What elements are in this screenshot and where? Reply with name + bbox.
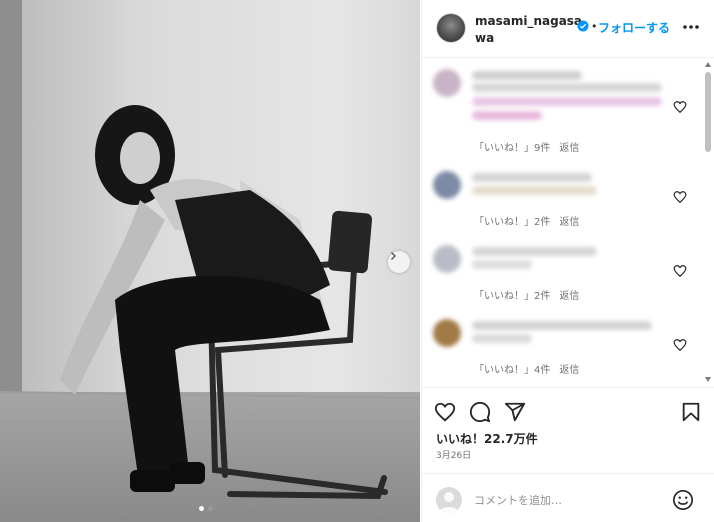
likes-count[interactable]: いいね！22.7万件 xyxy=(436,430,538,447)
next-photo-button[interactable] xyxy=(388,251,410,273)
comment-bubble-icon[interactable] xyxy=(469,401,491,423)
blurred-text xyxy=(472,247,597,256)
comment-likes-count[interactable]: 「いいね！」9件 xyxy=(474,143,550,154)
commenter-avatar[interactable] xyxy=(433,69,461,97)
reply-button[interactable]: 返信 xyxy=(559,217,579,228)
scroll-thumb[interactable] xyxy=(705,72,711,152)
comment-item: 「いいね！」9件 返信 xyxy=(422,59,704,159)
blurred-text xyxy=(472,173,592,182)
post-side-panel: masami_nagasawa • フォローする 「いいね！」9件 返信 「いい… xyxy=(421,0,714,522)
blurred-text xyxy=(472,260,532,269)
commenter-avatar[interactable] xyxy=(433,319,461,347)
comment-item: 「いいね！」2件 返信 xyxy=(422,159,704,233)
heart-icon[interactable] xyxy=(673,190,687,204)
post-actions: いいね！22.7万件 3月26日 xyxy=(422,387,714,472)
heart-icon[interactable] xyxy=(434,401,456,423)
photo-image xyxy=(0,0,420,522)
comment-item: 「いいね！」4件 返信 xyxy=(422,307,704,386)
header-separator: • xyxy=(591,20,598,33)
heart-icon[interactable] xyxy=(673,100,687,114)
commenter-avatar[interactable] xyxy=(433,171,461,199)
carousel-indicator xyxy=(199,506,213,511)
reply-button[interactable]: 返信 xyxy=(559,291,579,302)
verified-badge-icon xyxy=(577,20,589,32)
carousel-dot-active xyxy=(199,506,204,511)
post-header: masami_nagasawa • フォローする xyxy=(422,0,714,58)
blurred-text xyxy=(472,83,662,92)
default-avatar-icon xyxy=(439,492,459,513)
comment-likes-count[interactable]: 「いいね！」2件 xyxy=(474,217,550,228)
comment-list[interactable]: 「いいね！」9件 返信 「いいね！」2件 返信 「いいね！」2件 返信 「いいね… xyxy=(422,59,714,386)
author-avatar[interactable] xyxy=(436,13,466,43)
follow-button[interactable]: フォローする xyxy=(598,19,670,36)
reply-button[interactable]: 返信 xyxy=(559,365,579,376)
blurred-text xyxy=(472,321,652,330)
comment-item: 「いいね！」2件 返信 xyxy=(422,233,704,307)
comment-likes-count[interactable]: 「いいね！」2件 xyxy=(474,291,550,302)
scroll-up-arrow[interactable] xyxy=(705,62,711,67)
current-user-avatar xyxy=(436,487,462,513)
post-photo[interactable] xyxy=(0,0,420,522)
comment-likes-count[interactable]: 「いいね！」4件 xyxy=(474,365,550,376)
comment-meta: 「いいね！」4件 返信 xyxy=(474,361,579,376)
add-comment-bar xyxy=(422,473,714,522)
blurred-text xyxy=(472,97,662,106)
comments-scrollbar[interactable] xyxy=(703,62,713,384)
blurred-text xyxy=(472,186,597,195)
bookmark-icon[interactable] xyxy=(680,401,702,423)
author-username[interactable]: masami_nagasawa xyxy=(475,13,585,47)
comment-meta: 「いいね！」9件 返信 xyxy=(474,139,579,154)
comment-meta: 「いいね！」2件 返信 xyxy=(474,213,579,228)
blurred-text xyxy=(472,111,542,120)
more-options-icon[interactable] xyxy=(681,17,701,37)
commenter-avatar[interactable] xyxy=(433,245,461,273)
scroll-down-arrow[interactable] xyxy=(705,377,711,382)
reply-button[interactable]: 返信 xyxy=(559,143,579,154)
paper-plane-icon[interactable] xyxy=(504,401,526,423)
blurred-text xyxy=(472,71,582,80)
heart-icon[interactable] xyxy=(673,338,687,352)
post-date[interactable]: 3月26日 xyxy=(436,448,471,461)
heart-icon[interactable] xyxy=(673,264,687,278)
comment-input[interactable] xyxy=(474,489,659,511)
comment-meta: 「いいね！」2件 返信 xyxy=(474,287,579,302)
blurred-text xyxy=(472,334,532,343)
chevron-right-icon xyxy=(391,252,396,260)
carousel-dot xyxy=(208,506,213,511)
smiley-icon[interactable] xyxy=(672,489,694,511)
